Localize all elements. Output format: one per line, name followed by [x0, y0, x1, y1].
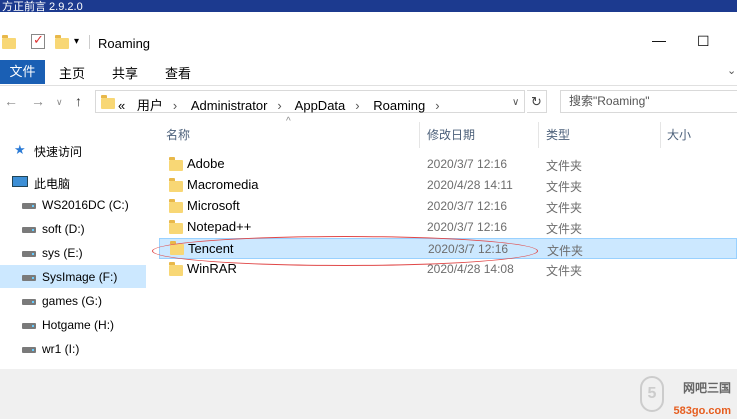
table-row[interactable]: Macromedia 2020/4/28 14:11 文件夹: [152, 175, 737, 196]
properties-check-icon[interactable]: [31, 32, 45, 49]
table-row[interactable]: Microsoft 2020/3/7 12:16 文件夹: [152, 196, 737, 217]
tab-view[interactable]: 查看: [165, 63, 191, 82]
nav-drive-f[interactable]: SysImage (F:): [0, 265, 146, 288]
background-window-title: 方正前言 2.9.2.0: [2, 1, 83, 13]
nav-drive-e[interactable]: sys (E:): [0, 241, 146, 264]
search-input[interactable]: 搜索"Roaming": [560, 90, 737, 113]
tab-home[interactable]: 主页: [59, 63, 85, 82]
column-header-type[interactable]: 类型: [546, 126, 570, 143]
breadcrumb-users[interactable]: 用户: [137, 98, 163, 113]
column-header-size[interactable]: 大小: [667, 126, 691, 143]
nav-this-pc[interactable]: 此电脑: [0, 170, 146, 193]
watermark-domain: 583go.com: [673, 405, 731, 417]
sort-ascending-icon: ^: [286, 116, 291, 127]
annotation-ellipse: [152, 236, 538, 266]
drive-icon: [22, 347, 36, 353]
table-row[interactable]: Notepad++ 2020/3/7 12:16 文件夹: [152, 217, 737, 238]
drive-icon: [22, 323, 36, 329]
address-bar[interactable]: « 用户 › Administrator › AppData › Roaming › ∨: [95, 90, 525, 113]
ribbon: 文件 主页 共享 查看 ⌄: [0, 58, 737, 86]
expand-ribbon-icon[interactable]: ⌄: [727, 64, 736, 77]
refresh-button[interactable]: ↻: [527, 90, 547, 113]
address-dropdown-icon[interactable]: ∨: [512, 97, 519, 108]
up-arrow-icon[interactable]: ↑: [75, 93, 82, 109]
folder-icon: [169, 178, 183, 192]
forward-arrow-icon[interactable]: →: [31, 93, 45, 109]
star-icon: ★: [14, 142, 26, 157]
nav-drive-i[interactable]: wr1 (I:): [0, 337, 146, 360]
chevron-right-icon[interactable]: ›: [355, 98, 359, 113]
chevron-right-icon[interactable]: ›: [277, 98, 281, 113]
address-folder-icon: [101, 95, 115, 109]
column-divider[interactable]: [419, 122, 420, 148]
quick-access-dropdown-icon[interactable]: ▾: [74, 36, 79, 47]
chevron-right-icon[interactable]: ›: [173, 98, 177, 113]
breadcrumb-roaming[interactable]: Roaming: [373, 98, 425, 113]
nav-drive-d[interactable]: soft (D:): [0, 217, 146, 240]
drive-icon: [22, 203, 36, 209]
background-window-strip: 方正前言 2.9.2.0: [0, 0, 737, 24]
nav-drive-h[interactable]: Hotgame (H:): [0, 313, 146, 336]
back-arrow-icon[interactable]: ←: [4, 93, 18, 109]
new-folder-icon[interactable]: [55, 35, 69, 49]
minimize-button[interactable]: —: [652, 32, 666, 48]
computer-icon: [12, 176, 28, 187]
tab-share[interactable]: 共享: [112, 63, 138, 82]
breadcrumb-overflow[interactable]: «: [118, 98, 125, 113]
table-row[interactable]: Adobe 2020/3/7 12:16 文件夹: [152, 154, 737, 175]
drive-icon: [22, 275, 36, 281]
folder-icon: [169, 220, 183, 234]
breadcrumb-administrator[interactable]: Administrator: [191, 98, 268, 113]
folder-icon: [169, 199, 183, 213]
watermark: 网吧三国 583go.com: [661, 381, 731, 417]
background-window-titlebar: 方正前言 2.9.2.0: [0, 0, 737, 13]
title-bar: ▾ Roaming — ☐: [0, 24, 737, 58]
address-row: ← → ∨ ↑ « 用户 › Administrator › AppData › Ro…: [0, 86, 737, 118]
column-header-date[interactable]: 修改日期: [427, 126, 475, 143]
status-area: [0, 369, 737, 419]
nav-drive-g[interactable]: games (G:): [0, 289, 146, 312]
watermark-brand: 网吧三国: [682, 381, 731, 395]
recent-dropdown-icon[interactable]: ∨: [56, 97, 63, 108]
column-header-name[interactable]: 名称: [166, 126, 190, 143]
title-separator: [89, 35, 90, 49]
folder-icon: [169, 262, 183, 276]
column-divider[interactable]: [538, 122, 539, 148]
folder-icon: [169, 157, 183, 171]
nav-quick-access[interactable]: ★ 快速访问: [0, 138, 146, 161]
drive-icon: [22, 299, 36, 305]
drive-icon: [22, 251, 36, 257]
column-divider[interactable]: [660, 122, 661, 148]
drive-icon: [22, 227, 36, 233]
nav-drive-c[interactable]: WS2016DC (C:): [0, 193, 146, 216]
breadcrumb-appdata[interactable]: AppData: [295, 98, 346, 113]
window-title: Roaming: [98, 36, 151, 51]
chevron-right-icon[interactable]: ›: [435, 98, 439, 113]
tab-file[interactable]: 文件: [0, 60, 45, 84]
folder-icon: [2, 35, 16, 49]
breadcrumb: « 用户 › Administrator › AppData › Roaming ›: [118, 95, 450, 114]
navigation-pane: ★ 快速访问 此电脑 WS2016DC (C:) soft (D:) sys (…: [0, 118, 152, 369]
maximize-button[interactable]: ☐: [697, 33, 710, 50]
